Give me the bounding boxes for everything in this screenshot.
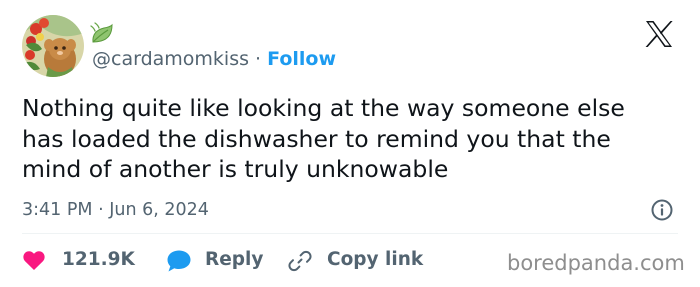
heart-icon (23, 251, 45, 270)
copy-link-label: Copy link (327, 249, 424, 270)
divider (22, 233, 678, 234)
tweet-text: Nothing quite like looking at the way so… (22, 93, 682, 185)
avatar-illustration (22, 15, 84, 77)
follow-button[interactable]: Follow (267, 48, 336, 70)
info-icon[interactable] (650, 198, 674, 222)
reply-label: Reply (205, 249, 264, 270)
separator-dot: · (255, 48, 262, 70)
tweet-text-line: Nothing quite like looking at the way so… (22, 94, 625, 122)
leaf-icon (88, 22, 114, 46)
tweet-text-line: has loaded the dishwasher to remind you … (22, 124, 611, 153)
account-header: @cardamomkiss · Follow (92, 47, 336, 71)
speech-bubble-icon (167, 250, 191, 272)
tweet-text-line: mind of another is truly unknowable (22, 155, 449, 183)
source-watermark: boredpanda.com (507, 251, 685, 275)
link-icon (288, 250, 312, 272)
like-count: 121.9K (62, 249, 135, 270)
user-handle[interactable]: @cardamomkiss (92, 48, 249, 70)
tweet-timestamp[interactable]: 3:41 PM · Jun 6, 2024 (22, 198, 209, 222)
avatar[interactable] (22, 15, 84, 77)
x-logo-icon[interactable] (644, 20, 674, 48)
